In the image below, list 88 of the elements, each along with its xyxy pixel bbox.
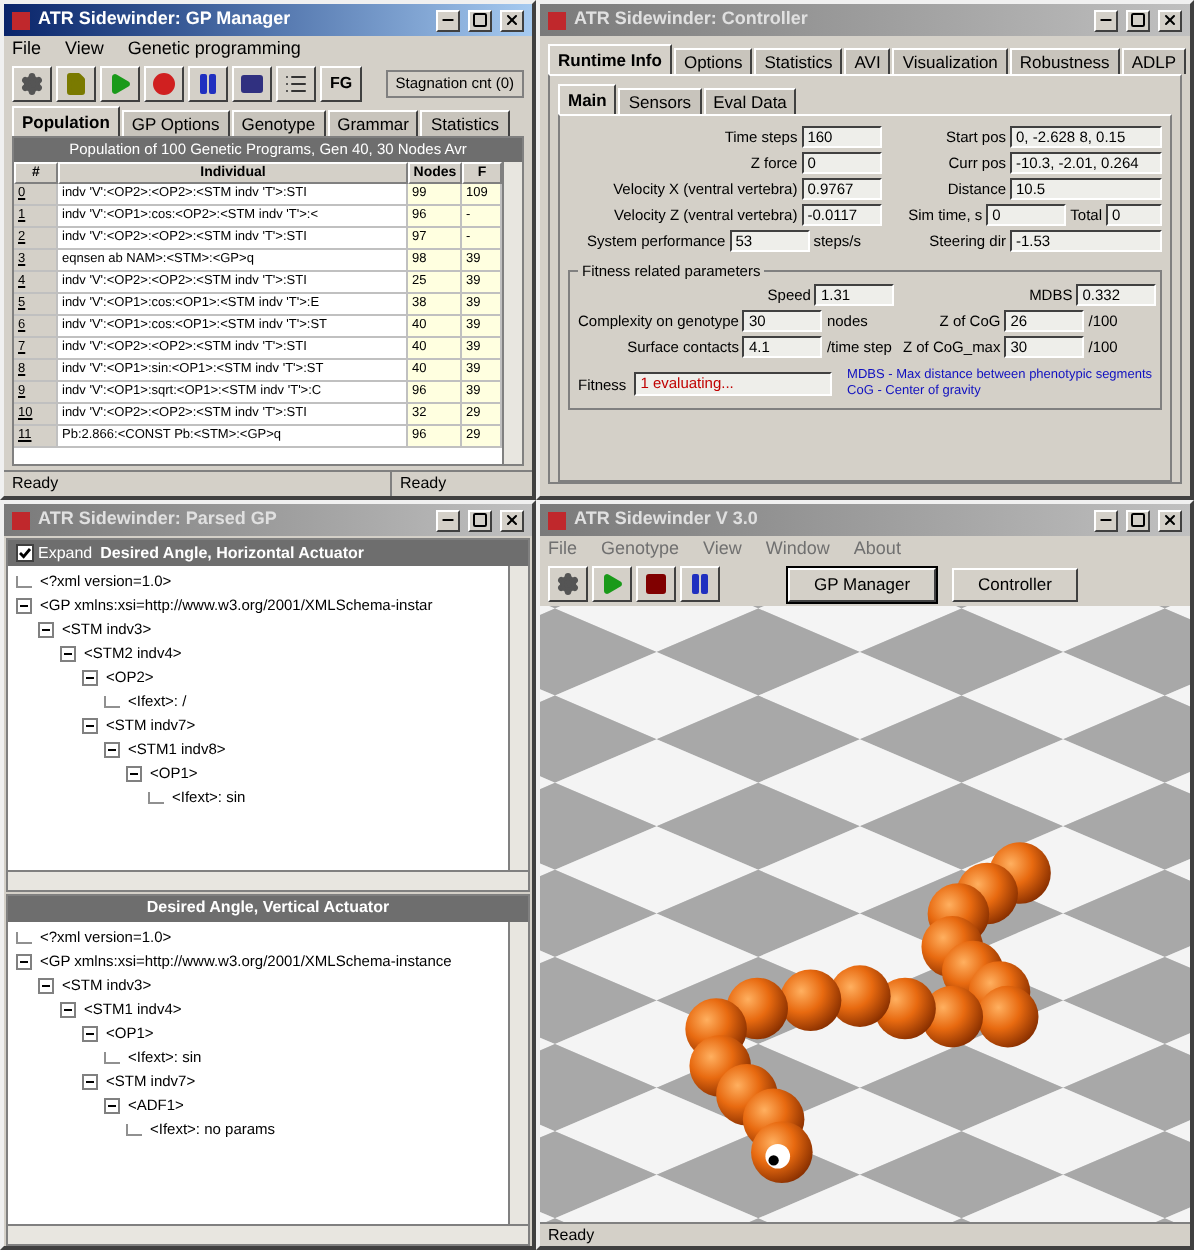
collapse-icon[interactable] [60, 1001, 76, 1017]
maximize-icon[interactable] [1126, 509, 1150, 531]
close-icon[interactable] [1158, 509, 1182, 531]
tab[interactable]: Eval Data [703, 88, 797, 114]
app-icon [548, 11, 566, 29]
pause-icon [196, 72, 220, 96]
toolbar-button[interactable] [548, 566, 588, 602]
tab[interactable]: Visualization [892, 48, 1008, 74]
tab[interactable]: Grammar [327, 110, 419, 136]
close-icon[interactable] [500, 509, 524, 531]
window-button[interactable]: GP Manager [788, 567, 937, 601]
menu-item[interactable]: Genetic programming [127, 35, 301, 63]
minimize-icon[interactable] [1094, 509, 1118, 531]
window-title: ATR Sidewinder: GP Manager [38, 6, 293, 33]
collapse-icon[interactable] [38, 977, 54, 993]
toolbar-button[interactable] [592, 566, 632, 602]
tab[interactable]: Genotype [231, 110, 326, 136]
toolbar-button[interactable] [276, 66, 316, 102]
app-icon [548, 511, 566, 529]
minimize-icon[interactable] [1094, 9, 1118, 31]
toolbar-button[interactable] [232, 66, 272, 102]
window-title: ATR Sidewinder V 3.0 [574, 506, 760, 533]
scrollbar[interactable] [8, 1224, 528, 1244]
status-text: Ready [546, 1223, 597, 1246]
collapse-icon[interactable] [104, 742, 120, 758]
panel-caption: Desired Angle, Vertical Actuator [146, 896, 390, 920]
scrollbar[interactable] [8, 869, 528, 889]
close-icon[interactable] [500, 9, 524, 31]
checkbox-label[interactable]: Expand [38, 541, 93, 565]
toolbar-button[interactable] [100, 66, 140, 102]
toolbar-button[interactable]: FG [320, 66, 363, 102]
window-title: ATR Sidewinder: Parsed GP [38, 506, 279, 533]
collapse-icon[interactable] [60, 646, 76, 662]
toolbar-button[interactable] [12, 66, 52, 102]
play-icon [600, 572, 624, 596]
tab[interactable]: AVI [844, 48, 891, 74]
panel-caption: Desired Angle, Horizontal Actuator [100, 541, 365, 565]
tab[interactable]: Robustness [1009, 48, 1120, 74]
tab[interactable]: GP Options [121, 110, 230, 136]
minimize-icon[interactable] [436, 509, 460, 531]
pause-icon [688, 572, 712, 596]
toolbar-button[interactable] [144, 66, 184, 102]
toolbar-button[interactable] [56, 66, 96, 102]
checkbox[interactable] [16, 544, 34, 562]
collapse-icon[interactable] [82, 670, 98, 686]
status-text: Ready [4, 472, 392, 496]
collapse-icon[interactable] [82, 1025, 98, 1041]
collapse-icon[interactable] [82, 1073, 98, 1089]
checkmark-icon [18, 546, 32, 560]
gear-icon [20, 72, 44, 96]
tab[interactable]: Options [673, 48, 753, 74]
maximize-icon[interactable] [468, 9, 492, 31]
collapse-icon[interactable] [16, 953, 32, 969]
app-icon [12, 11, 30, 29]
tab[interactable]: Runtime Info [548, 44, 672, 74]
tab[interactable]: ADLP [1121, 48, 1187, 74]
toolbar-button[interactable] [188, 66, 228, 102]
maximize-icon[interactable] [1126, 9, 1150, 31]
menu-item[interactable]: View [65, 35, 104, 63]
collapse-icon[interactable] [38, 622, 54, 638]
menu-item[interactable]: File [12, 35, 42, 63]
collapse-icon[interactable] [16, 598, 32, 614]
maximize-icon[interactable] [468, 509, 492, 531]
minimize-icon[interactable] [436, 9, 460, 31]
scrollbar[interactable] [508, 566, 528, 869]
toolbar-button[interactable] [636, 566, 676, 602]
play-icon [108, 72, 132, 96]
tab[interactable]: Sensors [618, 88, 702, 114]
tab[interactable]: Statistics [420, 110, 509, 136]
stop-icon [644, 572, 668, 596]
scrollbar[interactable] [502, 162, 522, 464]
collapse-icon[interactable] [126, 766, 142, 782]
status-text: Ready [398, 472, 449, 496]
window-button[interactable]: Controller [952, 567, 1078, 601]
toolbar-button[interactable] [680, 566, 720, 602]
tab[interactable]: Main [558, 84, 617, 114]
window-icon [240, 72, 264, 96]
gear-icon [556, 572, 580, 596]
scrollbar[interactable] [508, 921, 528, 1224]
tab[interactable]: Population [12, 106, 120, 136]
app-icon [12, 511, 30, 529]
collapse-icon[interactable] [82, 718, 98, 734]
window-title: ATR Sidewinder: Controller [574, 6, 810, 33]
tab[interactable]: Statistics [754, 48, 843, 74]
circle-icon [152, 72, 176, 96]
close-icon[interactable] [1158, 9, 1182, 31]
document-icon [64, 72, 88, 96]
collapse-icon[interactable] [104, 1097, 120, 1113]
